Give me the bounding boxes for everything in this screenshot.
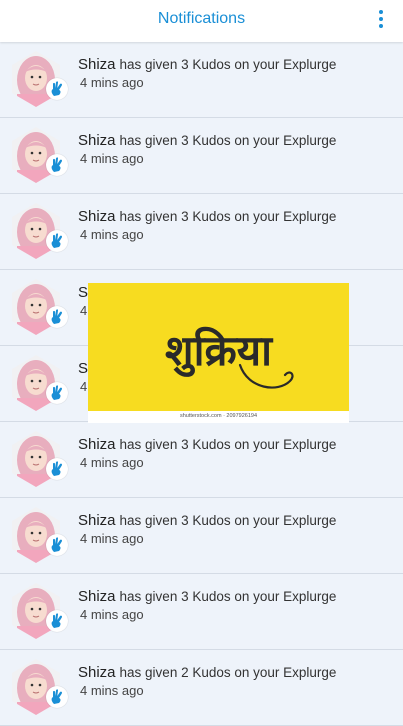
notification-row[interactable]: Shiza has given 3 Kudos on your Explurge … — [0, 118, 403, 194]
user-name[interactable]: Shiza — [78, 664, 116, 681]
user-name[interactable]: Shiza — [78, 512, 116, 529]
page-title: Notifications — [157, 10, 246, 27]
notification-time: 4 mins ago — [80, 531, 144, 546]
thank-you-text: शुक्रिया — [165, 326, 272, 375]
notification-time: 4 mins ago — [80, 227, 144, 242]
notification-row[interactable]: Shiza has given 3 Kudos on your Explurge … — [0, 574, 403, 650]
notification-row[interactable]: Shiza has given 2 Kudos on your Explurge … — [0, 650, 403, 726]
notification-message: has given 3 Kudos on your Explurge — [119, 133, 337, 148]
user-name[interactable]: Shiza — [78, 588, 116, 605]
notification-message: has given 3 Kudos on your Explurge — [119, 209, 337, 224]
kudos-badge-icon — [46, 534, 68, 556]
notification-row[interactable]: Shiza has given 3 Kudos on your Explurge … — [0, 42, 403, 118]
notification-time: 4 mins ago — [80, 75, 144, 90]
notification-time: 4 mins ago — [80, 151, 144, 166]
notification-time: 4 — [80, 303, 88, 318]
kudos-badge-icon — [46, 610, 68, 632]
notification-message: has given 3 Kudos on your Explurge — [119, 57, 337, 72]
notification-message: has given 3 Kudos on your Explurge — [119, 437, 337, 452]
app-header: Notifications — [0, 0, 403, 42]
notification-time: 4 mins ago — [80, 607, 144, 622]
user-name[interactable]: Shiza — [78, 56, 116, 73]
kudos-badge-icon — [46, 154, 68, 176]
notification-row[interactable]: Shiza has given 3 Kudos on your Explurge … — [0, 422, 403, 498]
image-credit: shutterstock.com · 2097926194 — [179, 413, 258, 419]
notification-row[interactable]: Shiza has given 3 Kudos on your Explurge … — [0, 194, 403, 270]
notification-message: has given 2 Kudos on your Explurge — [119, 665, 337, 680]
notification-time: 4 mins ago — [80, 455, 144, 470]
kudos-badge-icon — [46, 306, 68, 328]
more-vertical-icon[interactable] — [377, 10, 385, 30]
thank-you-image: शुक्रिया shutterstock.com · 2097926194 — [88, 283, 349, 423]
kudos-badge-icon — [46, 78, 68, 100]
user-name[interactable]: Shiza — [78, 132, 116, 149]
kudos-badge-icon — [46, 686, 68, 708]
notification-time: 4 mins ago — [80, 683, 144, 698]
notification-message: has given 3 Kudos on your Explurge — [119, 513, 337, 528]
banner-background: शुक्रिया — [88, 283, 349, 411]
kudos-badge-icon — [46, 458, 68, 480]
notification-time: 4 — [80, 379, 88, 394]
notification-message: has given 3 Kudos on your Explurge — [119, 589, 337, 604]
notification-row[interactable]: Shiza has given 3 Kudos on your Explurge … — [0, 498, 403, 574]
kudos-badge-icon — [46, 230, 68, 252]
user-name[interactable]: Shiza — [78, 208, 116, 225]
user-name[interactable]: Shiza — [78, 436, 116, 453]
kudos-badge-icon — [46, 382, 68, 404]
flourish-icon — [238, 363, 294, 389]
